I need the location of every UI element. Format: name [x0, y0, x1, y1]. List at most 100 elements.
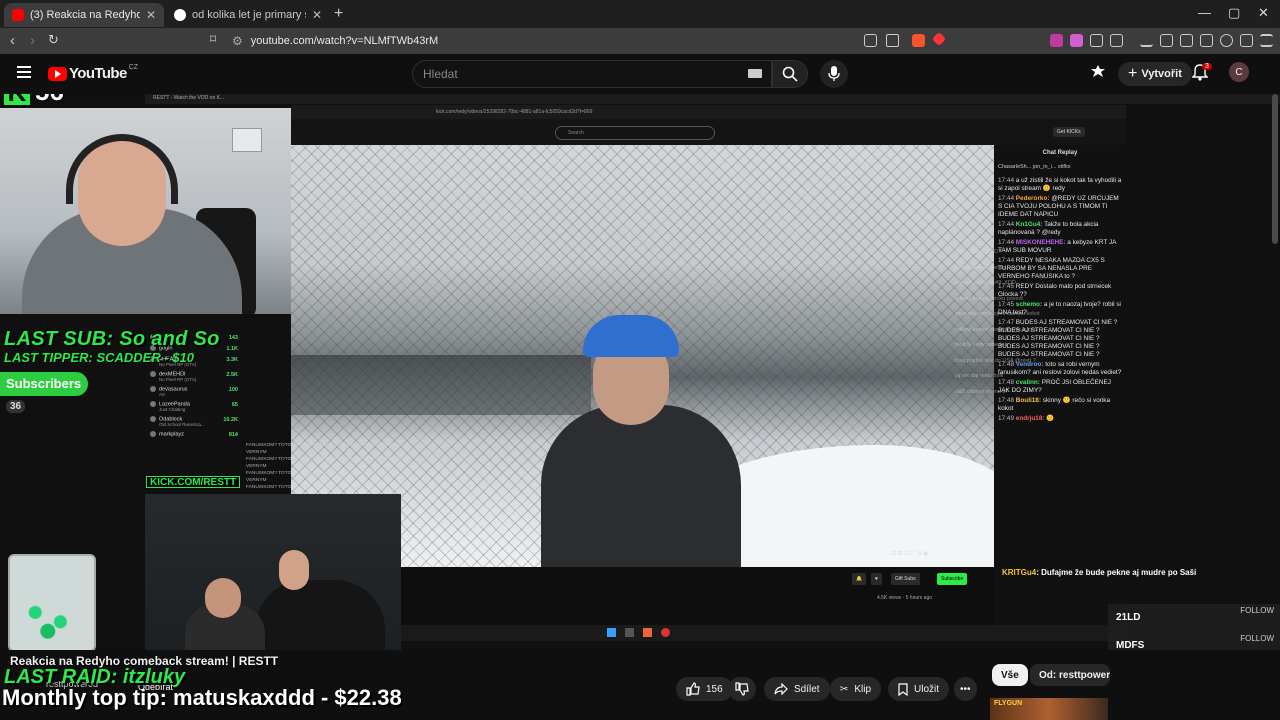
url-text: youtube.com/watch?v=NLMfTWb43rM [250, 35, 439, 47]
event-user: 21LD [1116, 612, 1141, 623]
ghost-chat-line: sal2 odveny vo mu ti? [955, 388, 1009, 395]
extension-icon[interactable] [1110, 34, 1123, 47]
close-window-button[interactable]: ✕ [1258, 5, 1269, 21]
keyboard-icon[interactable] [748, 69, 762, 78]
leaderboard-value: 3.3K [226, 356, 238, 363]
video-player[interactable]: RESTT - Watch the VOD on K... kick.com/r… [0, 94, 1280, 650]
search-button[interactable] [772, 60, 808, 88]
chat-line: 17:49 endrju18: 🙂 [998, 415, 1122, 423]
kick-header: Search Get KICKs [291, 119, 1126, 145]
extension-icon[interactable] [1070, 34, 1083, 47]
vpn-icon[interactable] [1240, 34, 1253, 47]
back-icon[interactable]: ‹ [10, 32, 15, 49]
ghost-chat-line: restt ty kedy zoberies [955, 342, 1007, 348]
leaderboard-category: Old School RuneSca... [159, 422, 205, 427]
brave-shield-icon[interactable] [912, 34, 925, 47]
save-button[interactable]: Uložit [888, 677, 950, 701]
create-button[interactable]: + Vytvořit [1118, 62, 1192, 86]
extension-icon[interactable] [1050, 34, 1063, 47]
close-tab-icon[interactable]: ✕ [146, 8, 156, 22]
faint-chat-line: FANUSIKOM? TOTO SA ROBI VERNYM FANUSIKOM… [246, 485, 366, 490]
recommended-thumbnail[interactable]: FLYGUN [990, 698, 1108, 720]
chat-time: 17:44 [998, 177, 1014, 184]
voice-search-button[interactable] [820, 60, 848, 88]
menu-icon[interactable] [1160, 34, 1173, 47]
page-scrollbar[interactable] [1272, 94, 1278, 244]
menu-hamburger-icon[interactable] [1260, 34, 1273, 47]
viewer-count: 56 [35, 94, 64, 107]
kick-logo-icon: K [4, 94, 30, 105]
chat-time: 17:44 [998, 195, 1014, 202]
faint-chat-line: FANUSIKOM? TOTO SA ROBI VERNYM FANUSIKOM… [246, 457, 401, 469]
rewards-icon[interactable] [931, 31, 947, 47]
search-input[interactable]: Hledat [412, 60, 772, 88]
chip-all[interactable]: Vše [992, 664, 1028, 686]
wallet-icon[interactable] [1200, 34, 1213, 47]
chat-user: Kn1Gu4: [1015, 221, 1043, 228]
account-avatar[interactable]: C [1229, 62, 1249, 82]
inner-browser-tabs: RESTT - Watch the VOD on K... [145, 94, 1280, 104]
pinned-users: ChasarleSh... jon_in_i... stifkx [998, 164, 1071, 170]
youtube-logo[interactable]: YouTube CZ [48, 64, 138, 82]
screen-icon[interactable] [864, 34, 877, 47]
guide-menu-icon[interactable] [17, 66, 31, 78]
new-tab-button[interactable]: + [334, 5, 343, 23]
bookmark-icon[interactable]: ⌑ [210, 32, 216, 46]
leaderboard-category: Just Chatting [159, 407, 186, 412]
leaderboard-value: 10.2K [223, 416, 238, 423]
share-button[interactable]: Sdílet [764, 677, 830, 701]
ghost-chat-overlay: John_Maze: REDY mestiyakonai: ako to zdese… [955, 249, 1115, 404]
reload-icon[interactable]: ↻ [48, 32, 59, 48]
search-icon [782, 66, 798, 82]
leaderboard-category: Art [159, 392, 165, 397]
person-face [205, 578, 241, 618]
highlighted-chat-message: KRITGu4: Dufajme že bude pekne aj mudre … [1002, 568, 1196, 577]
chat-user: MISKONEHEHE: [1015, 239, 1066, 246]
browser-tab-youtube[interactable]: (3) Reakcia na Redyho comeback ✕ [4, 3, 164, 27]
subscribers-label: Subscribers [0, 372, 88, 396]
chat-replay-title: Chat Replay [1042, 150, 1078, 156]
inner-url-bar: kick.com/redy/videos/25398282-70bc-4881-… [291, 105, 1126, 119]
chip-from-channel[interactable]: Od: resttpowered [1030, 664, 1110, 686]
heart-icon: ♥ [871, 573, 882, 585]
chat-time: 17:44 [998, 239, 1014, 246]
close-tab-icon[interactable]: ✕ [312, 8, 322, 22]
event-type: FOLLOW [1240, 606, 1274, 615]
browser-tab-google[interactable]: od kolika let je primary school v ame ✕ [166, 3, 330, 27]
faint-chat-line: FANUSIKOM? TOTO SA ROBI VERNYM FANUSIKOM… [246, 443, 401, 455]
maximize-button[interactable]: ▢ [1228, 5, 1240, 21]
url-field[interactable]: ⚙ youtube.com/watch?v=NLMfTWb43rM [232, 31, 852, 51]
share-arrow-icon [774, 683, 788, 695]
clip-button[interactable]: ✂ Klip [830, 677, 882, 701]
share-icon[interactable] [886, 34, 899, 47]
chat-time: 17:44 [998, 221, 1014, 228]
chat-line: 17:44 a už zistili že si kokot tak fa vy… [998, 177, 1122, 193]
chat-message: 🙂 [1046, 415, 1055, 422]
dislike-button[interactable] [728, 677, 756, 701]
leaderboard-value: 100 [228, 386, 238, 393]
plus-icon: + [1128, 65, 1138, 82]
thumbs-down-icon [735, 682, 749, 696]
leaderboard-value: 1.1K [226, 345, 238, 352]
avatar [150, 431, 156, 438]
download-icon[interactable] [1140, 34, 1153, 47]
get-kicks-button: Get KICKs [1053, 127, 1085, 137]
ghost-chat-line: zdeset: pastmak49: XDD [955, 280, 1016, 286]
forward-icon[interactable]: › [30, 32, 35, 49]
sidebar-icon[interactable] [1180, 34, 1193, 47]
leo-icon[interactable] [1220, 34, 1233, 47]
person-dark-hoodie [255, 580, 385, 650]
puzzle-icon[interactable] [1090, 34, 1103, 47]
cast-icon[interactable] [1090, 65, 1106, 79]
inner-player-controls: ⊟ ⊞ ⊡ ⛶ ⚙ ▶ [891, 551, 929, 557]
more-actions-button[interactable]: ••• [954, 677, 977, 701]
ghost-chat-line: John_Maze: REDY [955, 249, 1002, 255]
ghost-chat-line: a keby tvojmu decku povedi [955, 295, 1023, 302]
site-settings-icon[interactable]: ⚙ [232, 34, 243, 48]
leaderboard-category: No Pixel RP (GTA) [159, 377, 197, 382]
notification-count-badge: 3 [1202, 63, 1212, 70]
minimize-button[interactable]: — [1198, 5, 1211, 20]
like-button[interactable]: 156 [676, 677, 733, 701]
thumbs-up-icon [686, 682, 700, 696]
faint-chat-line: FANUSIKOM? TOTO SA ROBI VERNYM FANUSIKOM… [246, 471, 401, 483]
